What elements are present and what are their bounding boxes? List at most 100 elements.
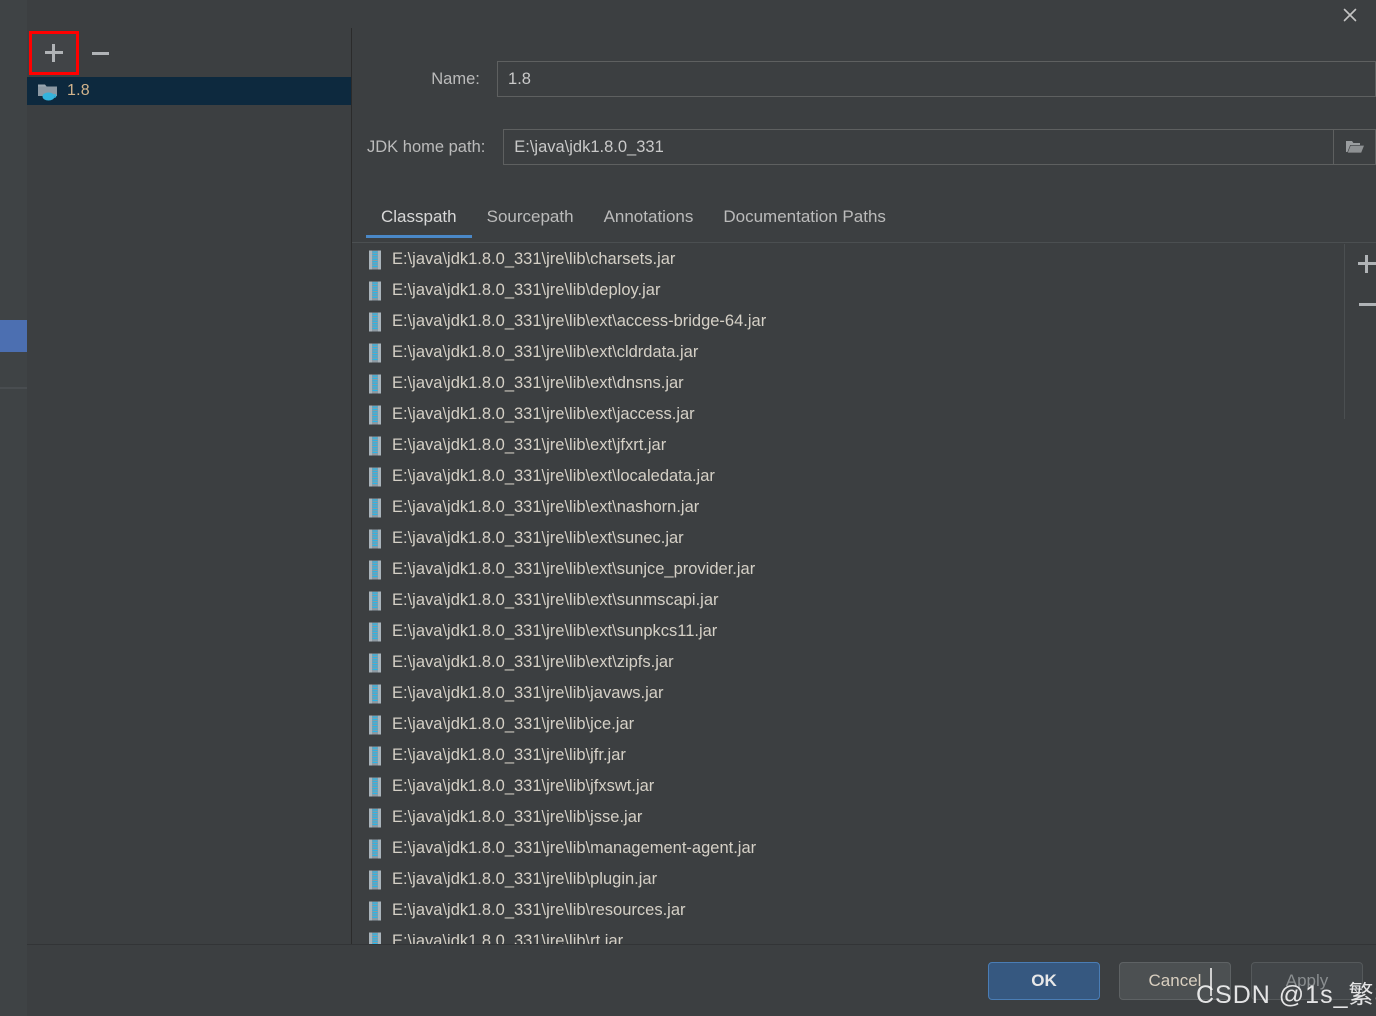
- minus-icon: [1358, 295, 1376, 313]
- classpath-scroll-area[interactable]: E:\java\jdk1.8.0_331\jre\lib\charsets.ja…: [352, 244, 1376, 945]
- classpath-row[interactable]: E:\java\jdk1.8.0_331\jre\lib\ext\nashorn…: [352, 492, 1376, 523]
- jdk-home-path-row: JDK home path: E:\java\jdk1.8.0_331: [352, 129, 1376, 165]
- tab-annotations[interactable]: Annotations: [589, 203, 709, 238]
- jar-icon: [367, 808, 383, 828]
- folder-open-icon[interactable]: [1334, 129, 1376, 165]
- jdk-home-path-label: JDK home path:: [367, 137, 486, 156]
- classpath-row[interactable]: E:\java\jdk1.8.0_331\jre\lib\jfxswt.jar: [352, 771, 1376, 802]
- jar-icon: [367, 498, 383, 518]
- jdk-home-path-input[interactable]: E:\java\jdk1.8.0_331: [503, 129, 1335, 165]
- minus-icon: [91, 44, 109, 62]
- classpath-entry-path: E:\java\jdk1.8.0_331\jre\lib\ext\sunpkcs…: [392, 622, 718, 640]
- jar-icon: [367, 932, 383, 945]
- sdk-editor-panel: Name: 1.8 JDK home path: E:\java\jdk1.8.…: [352, 28, 1376, 945]
- remove-classpath-entry-button[interactable]: [1344, 284, 1376, 324]
- dialog-button-bar: OK Cancel Apply: [27, 944, 1376, 1016]
- classpath-entry-path: E:\java\jdk1.8.0_331\jre\lib\ext\cldrdat…: [392, 343, 699, 361]
- classpath-entry-path: E:\java\jdk1.8.0_331\jre\lib\jfr.jar: [392, 746, 626, 764]
- ok-button[interactable]: OK: [988, 962, 1100, 1000]
- classpath-entry-path: E:\java\jdk1.8.0_331\jre\lib\ext\access-…: [392, 312, 767, 330]
- tab-classpath[interactable]: Classpath: [366, 203, 472, 238]
- classpath-entry-path: E:\java\jdk1.8.0_331\jre\lib\plugin.jar: [392, 870, 658, 888]
- add-classpath-entry-button[interactable]: [1344, 244, 1376, 284]
- classpath-row[interactable]: E:\java\jdk1.8.0_331\jre\lib\management-…: [352, 833, 1376, 864]
- classpath-row[interactable]: E:\java\jdk1.8.0_331\jre\lib\rt.jar: [352, 926, 1376, 945]
- classpath-entry-path: E:\java\jdk1.8.0_331\jre\lib\ext\jfxrt.j…: [392, 436, 667, 454]
- jar-icon: [367, 777, 383, 797]
- classpath-row[interactable]: E:\java\jdk1.8.0_331\jre\lib\jsse.jar: [352, 802, 1376, 833]
- classpath-row[interactable]: E:\java\jdk1.8.0_331\jre\lib\jfr.jar: [352, 740, 1376, 771]
- classpath-row[interactable]: E:\java\jdk1.8.0_331\jre\lib\ext\sunjce_…: [352, 554, 1376, 585]
- name-label: Name:: [431, 69, 480, 88]
- jar-icon: [367, 467, 383, 487]
- classpath-row[interactable]: E:\java\jdk1.8.0_331\jre\lib\ext\jaccess…: [352, 399, 1376, 430]
- classpath-entry-path: E:\java\jdk1.8.0_331\jre\lib\resources.j…: [392, 901, 686, 919]
- classpath-entry-path: E:\java\jdk1.8.0_331\jre\lib\ext\dnsns.j…: [392, 374, 684, 392]
- tab-documentation-paths[interactable]: Documentation Paths: [708, 203, 901, 238]
- tab-sourcepath[interactable]: Sourcepath: [472, 203, 589, 238]
- classpath-row[interactable]: E:\java\jdk1.8.0_331\jre\lib\ext\jfxrt.j…: [352, 430, 1376, 461]
- classpath-row[interactable]: E:\java\jdk1.8.0_331\jre\lib\ext\localed…: [352, 461, 1376, 492]
- classpath-list[interactable]: E:\java\jdk1.8.0_331\jre\lib\charsets.ja…: [352, 244, 1376, 945]
- classpath-entry-path: E:\java\jdk1.8.0_331\jre\lib\ext\jaccess…: [392, 405, 695, 423]
- classpath-entry-path: E:\java\jdk1.8.0_331\jre\lib\ext\nashorn…: [392, 498, 700, 516]
- classpath-entry-path: E:\java\jdk1.8.0_331\jre\lib\jsse.jar: [392, 808, 643, 826]
- classpath-entry-path: E:\java\jdk1.8.0_331\jre\lib\ext\sunmsca…: [392, 591, 719, 609]
- classpath-entry-path: E:\java\jdk1.8.0_331\jre\lib\ext\sunec.j…: [392, 529, 684, 547]
- classpath-row[interactable]: E:\java\jdk1.8.0_331\jre\lib\charsets.ja…: [352, 244, 1376, 275]
- name-row: Name: 1.8: [352, 61, 1376, 97]
- classpath-entry-path: E:\java\jdk1.8.0_331\jre\lib\deploy.jar: [392, 281, 661, 299]
- classpath-entry-path: E:\java\jdk1.8.0_331\jre\lib\ext\sunjce_…: [392, 560, 756, 578]
- cancel-button[interactable]: Cancel: [1119, 962, 1231, 1000]
- classpath-row[interactable]: E:\java\jdk1.8.0_331\jre\lib\ext\sunpkcs…: [352, 616, 1376, 647]
- parent-window-selected-item[interactable]: [0, 320, 27, 352]
- sdk-list[interactable]: 1.8: [27, 77, 351, 945]
- classpath-row[interactable]: E:\java\jdk1.8.0_331\jre\lib\ext\sunec.j…: [352, 523, 1376, 554]
- classpath-row[interactable]: E:\java\jdk1.8.0_331\jre\lib\ext\dnsns.j…: [352, 368, 1376, 399]
- jar-icon: [367, 684, 383, 704]
- jar-icon: [367, 374, 383, 394]
- add-sdk-button[interactable]: [29, 30, 79, 75]
- classpath-entry-path: E:\java\jdk1.8.0_331\jre\lib\jfxswt.jar: [392, 777, 655, 795]
- classpath-row[interactable]: E:\java\jdk1.8.0_331\jre\lib\javaws.jar: [352, 678, 1376, 709]
- jar-icon: [367, 839, 383, 859]
- jar-icon: [367, 870, 383, 890]
- jar-icon: [367, 622, 383, 642]
- sdk-list-item-label: 1.8: [67, 82, 90, 99]
- sdk-list-toolbar: [27, 28, 351, 77]
- jar-icon: [367, 746, 383, 766]
- classpath-entry-path: E:\java\jdk1.8.0_331\jre\lib\management-…: [392, 839, 757, 857]
- classpath-controls: [1344, 244, 1376, 324]
- sdk-list-panel: 1.8: [27, 28, 352, 945]
- jar-icon: [367, 281, 383, 301]
- remove-sdk-button[interactable]: [77, 33, 123, 73]
- apply-button[interactable]: Apply: [1251, 962, 1363, 1000]
- close-icon[interactable]: [1330, 2, 1370, 28]
- jar-icon: [367, 653, 383, 673]
- classpath-row[interactable]: E:\java\jdk1.8.0_331\jre\lib\ext\zipfs.j…: [352, 647, 1376, 678]
- classpath-row[interactable]: E:\java\jdk1.8.0_331\jre\lib\deploy.jar: [352, 275, 1376, 306]
- plus-icon: [45, 43, 63, 62]
- classpath-row[interactable]: E:\java\jdk1.8.0_331\jre\lib\jce.jar: [352, 709, 1376, 740]
- classpath-row[interactable]: E:\java\jdk1.8.0_331\jre\lib\plugin.jar: [352, 864, 1376, 895]
- classpath-entry-path: E:\java\jdk1.8.0_331\jre\lib\jce.jar: [392, 715, 635, 733]
- sdk-configuration-dialog: 1.8 Name: 1.8 JDK home path: E:\java\jdk…: [27, 0, 1376, 1016]
- classpath-row[interactable]: E:\java\jdk1.8.0_331\jre\lib\resources.j…: [352, 895, 1376, 926]
- text-caret: [1210, 968, 1212, 996]
- classpath-entry-path: E:\java\jdk1.8.0_331\jre\lib\charsets.ja…: [392, 250, 676, 268]
- sdk-list-item-1-8[interactable]: 1.8: [27, 77, 351, 105]
- classpath-row[interactable]: E:\java\jdk1.8.0_331\jre\lib\ext\cldrdat…: [352, 337, 1376, 368]
- jdk-folder-icon: [37, 81, 59, 101]
- name-input[interactable]: 1.8: [497, 61, 1376, 97]
- classpath-row[interactable]: E:\java\jdk1.8.0_331\jre\lib\ext\access-…: [352, 306, 1376, 337]
- classpath-entry-path: E:\java\jdk1.8.0_331\jre\lib\javaws.jar: [392, 684, 664, 702]
- jar-icon: [367, 250, 383, 270]
- jar-icon: [367, 529, 383, 549]
- editor-tabs: Classpath Sourcepath Annotations Documen…: [352, 203, 1376, 243]
- classpath-entry-path: E:\java\jdk1.8.0_331\jre\lib\ext\localed…: [392, 467, 715, 485]
- classpath-row[interactable]: E:\java\jdk1.8.0_331\jre\lib\ext\sunmsca…: [352, 585, 1376, 616]
- parent-window-sidebar-strip: [0, 0, 27, 1016]
- classpath-entry-path: E:\java\jdk1.8.0_331\jre\lib\ext\zipfs.j…: [392, 653, 674, 671]
- jar-icon: [367, 560, 383, 580]
- parent-window-divider: [0, 387, 27, 389]
